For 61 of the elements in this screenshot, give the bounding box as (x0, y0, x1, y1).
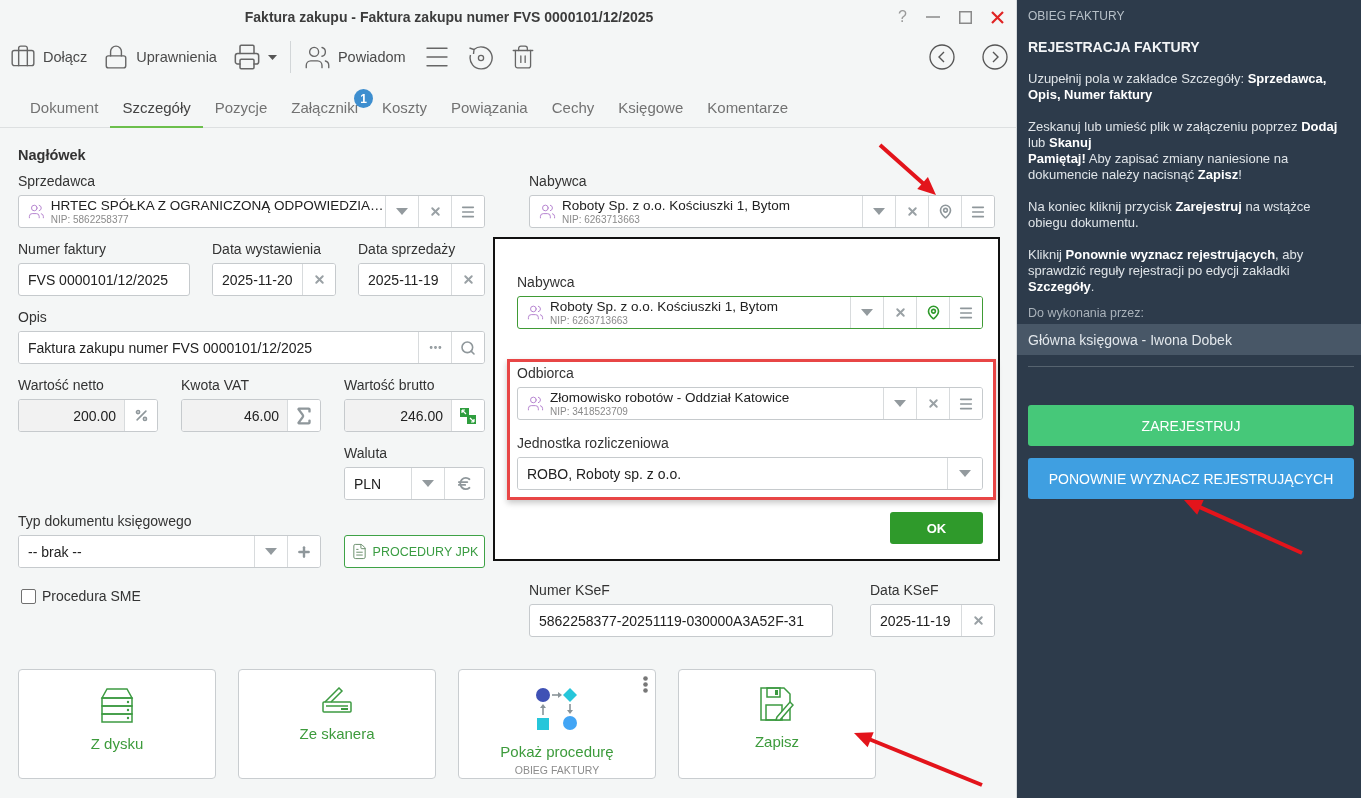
instruction-text: Kliknij Ponownie wyznacz rejestrujących, aby sprawdzić reguły rejestracji po edycji zakładki Szczegóły. (1028, 247, 1305, 295)
action-tile[interactable]: Pokaż procedurę OBIEG FAKTURY (458, 669, 656, 779)
field-label: Nabywca (529, 172, 588, 190)
annotation-arrow (878, 143, 936, 195)
ok-button[interactable]: OK (890, 512, 983, 544)
input-field[interactable]: 5862258377-20251119-030000A3A52F-31 (529, 604, 833, 637)
checkbox-label: Procedura SME (42, 588, 141, 604)
section-title: Nagłówek (18, 146, 87, 164)
close-icon[interactable] (991, 10, 1004, 24)
tab[interactable]: Powiązania (439, 88, 540, 128)
panel-header: OBIEG FAKTURY (1028, 8, 1126, 24)
field-label: Sprzedawca (18, 172, 97, 190)
field-label: Waluta (344, 444, 389, 462)
caret-icon (267, 54, 277, 60)
field-label: Opis (18, 308, 48, 326)
field-label: Wartość netto (18, 376, 105, 394)
assignee-label: Do wykonania przez: (1028, 305, 1146, 321)
instruction-text: Pamiętaj! Aby zapisać zmiany naniesione na dokumencie należy nacisnąć Zapisz! (1028, 151, 1290, 183)
flow-diagram-icon (535, 687, 579, 731)
instruction-text: Na koniec kliknij przycisk Zarejestruj na wstążce obiegu dokumentu. (1028, 199, 1312, 231)
maximize-icon[interactable] (959, 10, 972, 24)
field-label: Numer KSeF (529, 581, 611, 599)
action-tile[interactable]: Zapisz (678, 669, 876, 779)
circular-arrow-icon (467, 44, 494, 70)
jpk-procedures-button[interactable]: PROCEDURY JPK (344, 535, 485, 568)
field-label: Kwota VAT (181, 376, 250, 394)
kebab-menu-icon[interactable] (643, 676, 648, 693)
notify-button[interactable]: Powiadom (299, 40, 410, 74)
action-tile[interactable]: Ze skanera (238, 669, 436, 779)
permissions-button[interactable]: Uprawnienia (99, 41, 221, 73)
tab[interactable]: Komentarze (695, 88, 801, 128)
input-field[interactable]: FVS 0000101/12/2025 (18, 263, 190, 296)
panel-title: REJESTRACJA FAKTURY (1028, 38, 1201, 56)
field-label: Odbiorca (517, 364, 575, 382)
tab[interactable]: Pozycje (202, 88, 280, 128)
chevron-right-icon[interactable] (982, 44, 1008, 70)
instruction-text: Zeskanuj lub umieść plik w załączeniu poprzez Dodaj lub Skanuj (1028, 119, 1339, 151)
drive-stack-icon (100, 687, 134, 723)
printer-icon (232, 43, 261, 71)
field-label: Nabywca (517, 273, 576, 291)
field-label: Numer faktury (18, 240, 107, 258)
tab[interactable]: Cechy (539, 88, 607, 128)
tab[interactable]: Dokument (18, 88, 111, 128)
attach-button[interactable]: Dołącz (6, 41, 92, 73)
field-label: Data sprzedaży (358, 240, 457, 258)
checkbox[interactable] (21, 588, 36, 604)
tab[interactable]: Księgowe (606, 88, 696, 128)
field-label: Data KSeF (870, 581, 940, 599)
window-title: Faktura zakupu - Faktura zakupu numer FVS 0000101/12/2025 (243, 9, 655, 25)
chevron-left-icon[interactable] (929, 44, 955, 70)
scanner-icon (322, 687, 352, 713)
field-label: Jednostka rozliczeniowa (517, 434, 670, 452)
floppy-pencil-icon (760, 687, 794, 721)
action-tile[interactable]: Z dysku (18, 669, 216, 779)
field-label: Wartość brutto (344, 376, 436, 394)
document-icon (350, 543, 368, 560)
instruction-text: Uzupełnij pola w zakładce Szczegóły: Sprzedawca, Opis, Numer faktury (1028, 71, 1328, 103)
assignee-name: Główna księgowa - Iwona Dobek (1017, 324, 1361, 355)
field-label: Typ dokumentu księgowego (18, 512, 193, 530)
tab[interactable]: Szczegóły (110, 88, 203, 128)
field-label: Data wystawienia (212, 240, 322, 258)
